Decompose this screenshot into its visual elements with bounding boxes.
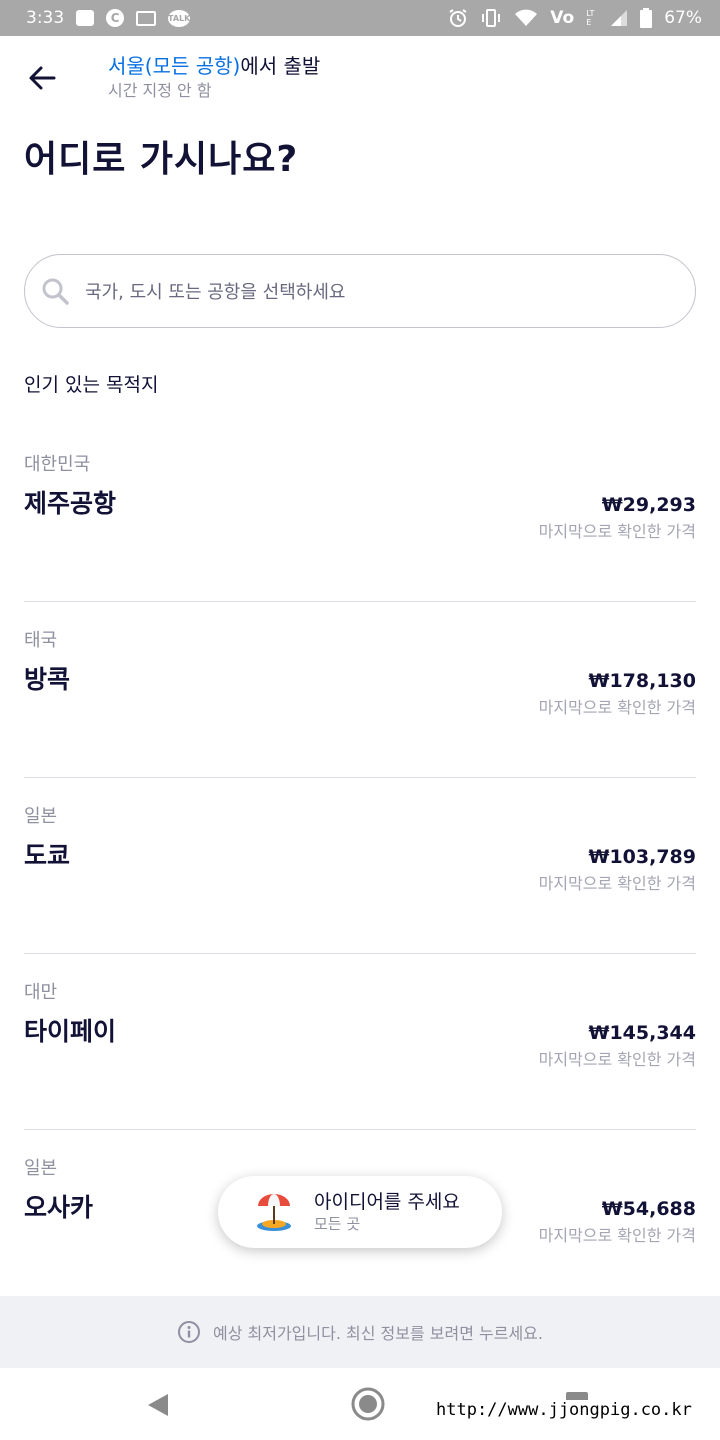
destination-item[interactable]: 일본 도쿄 ₩103,789 마지막으로 확인한 가격 [24,778,696,954]
destination-country: 일본 [24,1158,58,1179]
nav-home-icon[interactable] [350,1386,386,1422]
search-placeholder: 국가, 도시 또는 공항을 선택하세요 [85,282,346,303]
system-nav-bar: http://www.jjongpig.co.kr [0,1368,720,1440]
destination-country: 대한민국 [24,454,91,475]
signal-icon [611,10,628,26]
volte-label: Vo [550,8,575,28]
destination-city: 타이페이 [24,1017,117,1046]
destination-country: 일본 [24,806,58,827]
origin-line: 서울(모든 공항)에서 출발 [108,52,320,80]
battery-icon [640,8,653,28]
battery-percent: 67% [664,8,702,28]
travel-date: 시간 지정 안 함 [108,81,212,100]
info-icon [177,1321,200,1343]
lte-label: LTE [586,9,595,27]
popular-destinations-heading: 인기 있는 목적지 [24,374,159,396]
search-icon [42,278,69,305]
destination-list: 대한민국 제주공항 ₩29,293 마지막으로 확인한 가격 태국 방콕 ₩17… [24,426,696,1306]
destination-item[interactable]: 대한민국 제주공항 ₩29,293 마지막으로 확인한 가격 [24,426,696,602]
price-info-bar[interactable]: 예상 최저가입니다. 최신 정보를 보려면 누르세요. [0,1296,720,1368]
explore-texts: 아이디어를 주세요 모든 곳 [314,1190,460,1234]
destination-city: 제주공항 [24,489,117,518]
price-note: 마지막으로 확인한 가격 [538,1050,696,1069]
beach-umbrella-icon [257,1194,291,1231]
destination-search-input[interactable]: 국가, 도시 또는 공항을 선택하세요 [24,254,696,328]
destination-city: 도쿄 [24,841,71,870]
nav-back-icon[interactable] [146,1392,170,1418]
destination-country: 대만 [24,982,58,1003]
status-right: Vo LTE 67% [448,8,702,28]
destination-city: 방콕 [24,665,71,694]
explore-title: 아이디어를 주세요 [314,1191,460,1213]
price-note: 마지막으로 확인한 가격 [538,1226,696,1245]
page-title: 어디로 가시나요? [24,139,299,180]
status-left: 3:33 C TALK [26,8,190,28]
explore-subtitle: 모든 곳 [314,1215,361,1233]
back-arrow-icon[interactable] [26,62,58,94]
destination-price: ₩103,789 [588,846,697,868]
status-bar: 3:33 C TALK Vo LTE 67% [0,0,720,36]
status-time: 3:33 [26,8,65,28]
screen: 3:33 C TALK Vo LTE 67% 서울(모든 공항)에서 출발 시간… [0,0,720,1440]
destination-item[interactable]: 태국 방콕 ₩178,130 마지막으로 확인한 가격 [24,602,696,778]
explore-everywhere-button[interactable]: 아이디어를 주세요 모든 곳 [218,1176,502,1248]
destination-price: ₩29,293 [601,494,696,516]
header: 서울(모든 공항)에서 출발 시간 지정 안 함 [0,36,720,116]
destination-item[interactable]: 대만 타이페이 ₩145,344 마지막으로 확인한 가격 [24,954,696,1130]
origin-selector[interactable]: 서울(모든 공항)에서 출발 시간 지정 안 함 [108,52,320,102]
destination-price: ₩145,344 [588,1022,697,1044]
origin-suffix: 에서 출발 [240,54,321,78]
message-icon [76,10,95,26]
price-note: 마지막으로 확인한 가격 [538,522,696,541]
vibrate-icon [482,9,501,27]
kakaotalk-icon: TALK [168,9,190,27]
destination-price: ₩178,130 [588,670,697,692]
alarm-icon [449,9,467,27]
card-icon [136,10,157,26]
destination-price: ₩54,688 [601,1198,696,1220]
destination-city: 오사카 [24,1193,94,1222]
price-note: 마지막으로 확인한 가격 [538,874,696,893]
info-text: 예상 최저가입니다. 최신 정보를 보려면 누르세요. [212,1324,543,1343]
c-icon: C [106,9,125,27]
wifi-icon [515,9,538,26]
destination-country: 태국 [24,630,58,651]
price-note: 마지막으로 확인한 가격 [538,698,696,717]
watermark-text: http://www.jjongpig.co.kr [434,1400,694,1420]
origin-city: 서울(모든 공항) [108,54,241,78]
